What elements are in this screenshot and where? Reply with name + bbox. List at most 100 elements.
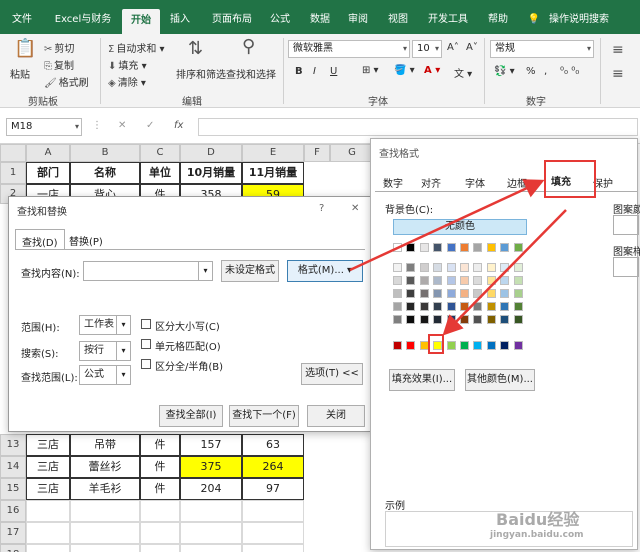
color-swatch[interactable]: [500, 341, 510, 350]
header-cell[interactable]: 单位: [140, 162, 180, 184]
color-swatch[interactable]: [486, 302, 496, 311]
table-cell[interactable]: 件: [140, 456, 180, 478]
table-cell[interactable]: [140, 522, 180, 544]
formula-input[interactable]: [198, 118, 638, 136]
color-swatch[interactable]: [460, 341, 469, 350]
close-button[interactable]: 关闭: [307, 405, 365, 427]
tab-replace[interactable]: 替换(P): [69, 233, 103, 248]
table-cell[interactable]: [242, 544, 304, 552]
sort-filter-button[interactable]: 排序和筛选: [176, 66, 226, 81]
fill-button[interactable]: ⬇ 填充 ▾: [108, 57, 147, 72]
font-size-combo[interactable]: 10 ▾: [412, 40, 442, 58]
table-cell[interactable]: [242, 500, 304, 522]
color-swatch[interactable]: [473, 341, 483, 350]
styles-icon[interactable]: ≡: [612, 42, 624, 58]
color-swatch[interactable]: [486, 243, 496, 252]
no-color-button[interactable]: 无颜色: [393, 219, 527, 235]
tab-help[interactable]: 帮助: [482, 8, 514, 32]
match-cell-checkbox[interactable]: [141, 339, 151, 349]
close-icon[interactable]: ✕: [351, 203, 359, 214]
fill-effects-button[interactable]: 填充效果(I)...: [389, 369, 455, 391]
tab-page-layout[interactable]: 页面布局: [204, 8, 260, 32]
col-header-f[interactable]: F: [304, 144, 330, 162]
tab-insert[interactable]: 插入: [164, 8, 196, 32]
color-swatch[interactable]: [393, 315, 402, 324]
color-swatch[interactable]: [460, 302, 469, 311]
color-swatch[interactable]: [513, 302, 523, 311]
color-swatch[interactable]: [460, 289, 469, 298]
grow-font-button[interactable]: A˄: [447, 42, 459, 53]
col-header-c[interactable]: C: [140, 144, 180, 162]
color-swatch[interactable]: [393, 243, 402, 252]
color-swatch[interactable]: [513, 315, 523, 324]
color-swatch[interactable]: [473, 276, 483, 285]
color-swatch[interactable]: [406, 263, 416, 272]
table-cell[interactable]: 157: [180, 434, 242, 456]
tab-file[interactable]: 文件: [6, 8, 38, 32]
color-swatch[interactable]: [473, 243, 483, 252]
copy-button[interactable]: ⎘ 复制: [44, 57, 74, 72]
match-case-checkbox[interactable]: [141, 319, 151, 329]
shrink-font-button[interactable]: A˅: [466, 42, 478, 53]
color-swatch[interactable]: [500, 263, 510, 272]
color-swatch[interactable]: [473, 289, 483, 298]
table-cell[interactable]: 63: [242, 434, 304, 456]
color-swatch[interactable]: [473, 315, 483, 324]
color-swatch[interactable]: [460, 276, 469, 285]
tab-developer[interactable]: 开发工具: [420, 8, 476, 32]
color-swatch[interactable]: [393, 276, 402, 285]
table-cell[interactable]: [70, 500, 140, 522]
fill-color-icon[interactable]: 🪣 ▾: [394, 65, 415, 76]
insert-function-button[interactable]: fx: [174, 120, 183, 131]
table-cell[interactable]: [70, 522, 140, 544]
format-painter-button[interactable]: 🖌 格式刷: [44, 74, 89, 89]
paste-button[interactable]: 粘贴: [10, 66, 30, 81]
color-swatch[interactable]: [486, 276, 496, 285]
table-cell[interactable]: 三店: [26, 434, 70, 456]
table-cell[interactable]: 蕾丝衫: [70, 456, 140, 478]
table-cell[interactable]: [26, 500, 70, 522]
color-swatch[interactable]: [513, 243, 523, 252]
color-swatch[interactable]: [446, 263, 456, 272]
find-all-button[interactable]: 查找全部(I): [159, 405, 223, 427]
table-cell[interactable]: [140, 544, 180, 552]
table-cell[interactable]: [242, 522, 304, 544]
color-swatch[interactable]: [513, 263, 523, 272]
row-header[interactable]: 1: [0, 162, 26, 184]
color-swatch[interactable]: [406, 341, 416, 350]
color-swatch[interactable]: [486, 289, 496, 298]
match-byte-checkbox[interactable]: [141, 359, 151, 369]
table-cell[interactable]: 件: [140, 434, 180, 456]
col-header-g[interactable]: G: [330, 144, 374, 162]
format-button[interactable]: 格式(M)... ▾: [287, 260, 363, 282]
select-all-corner[interactable]: [0, 144, 26, 162]
color-swatch[interactable]: [460, 263, 469, 272]
color-swatch[interactable]: [406, 289, 416, 298]
table-cell[interactable]: [140, 500, 180, 522]
autosum-button[interactable]: Σ 自动求和 ▾: [108, 40, 165, 55]
tell-me-search[interactable]: 操作说明搜索: [546, 8, 612, 32]
tab-excel-finance[interactable]: Excel与财务: [48, 8, 118, 32]
tab-data[interactable]: 数据: [304, 8, 336, 32]
format-tab-0[interactable]: 数字: [383, 175, 403, 190]
color-swatch[interactable]: [486, 315, 496, 324]
table-cell[interactable]: 羊毛衫: [70, 478, 140, 500]
color-swatch[interactable]: [419, 276, 429, 285]
table-cell[interactable]: 吊带: [70, 434, 140, 456]
color-swatch[interactable]: [406, 276, 416, 285]
format-tab-5[interactable]: 保护: [593, 175, 613, 190]
color-swatch[interactable]: [500, 243, 510, 252]
options-button[interactable]: 选项(T) <<: [301, 363, 363, 385]
font-name-combo[interactable]: 微软雅黑 ▾: [288, 40, 410, 58]
format-tab-3[interactable]: 边框: [507, 175, 527, 190]
color-swatch[interactable]: [446, 315, 456, 324]
table-cell[interactable]: 三店: [26, 478, 70, 500]
color-swatch[interactable]: [500, 302, 510, 311]
color-swatch[interactable]: [433, 276, 443, 285]
cancel-icon[interactable]: ✕: [118, 120, 126, 131]
pattern-color-select[interactable]: [613, 215, 639, 235]
table-cell[interactable]: 三店: [26, 456, 70, 478]
color-swatch[interactable]: [406, 315, 416, 324]
color-swatch[interactable]: [406, 302, 416, 311]
color-swatch[interactable]: [500, 289, 510, 298]
